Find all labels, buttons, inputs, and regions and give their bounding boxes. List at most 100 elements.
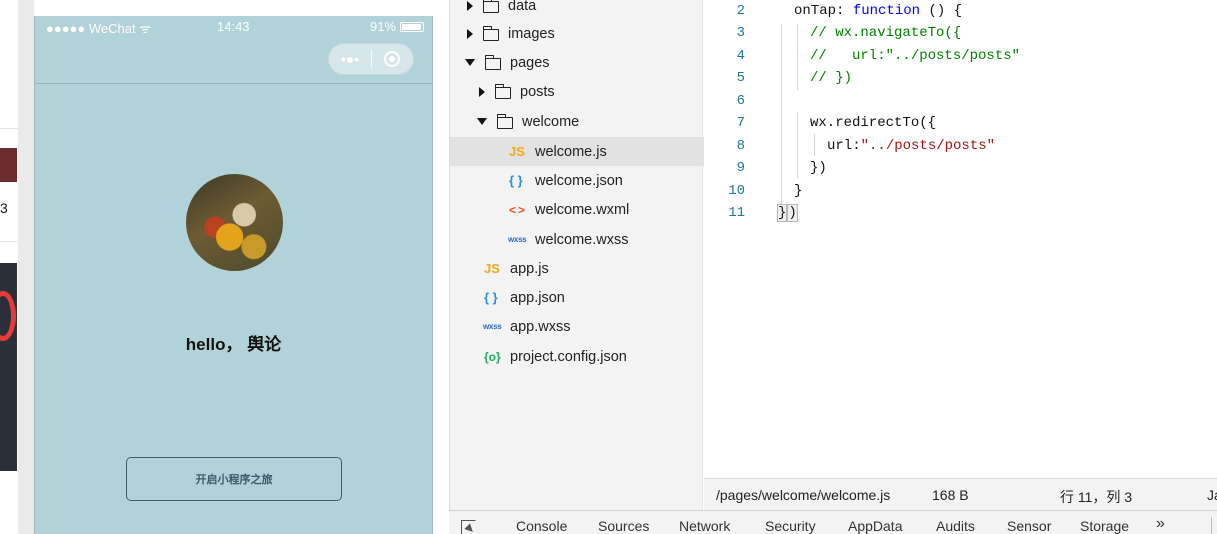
tree-item-label: app.js [510, 260, 549, 277]
tree-item-label: welcome [522, 113, 580, 130]
code-comment: // wx.navigateTo({ [810, 25, 962, 41]
chevron-right-icon [467, 0, 473, 11]
clock: 14:43 [217, 19, 250, 34]
code-token: onTap: [794, 3, 853, 19]
tab-console[interactable]: Console [516, 518, 567, 534]
language-mode[interactable]: Ja [1207, 487, 1217, 503]
chevron-right-icon [467, 28, 473, 39]
code-token: } [794, 183, 803, 199]
capsule-divider [371, 50, 372, 68]
battery-icon [400, 21, 424, 32]
code-keyword: function [852, 3, 921, 19]
file-size: 168 B [932, 487, 969, 503]
mini-program-navbar: •●• [35, 38, 432, 84]
chevron-down-icon [465, 59, 475, 66]
line-number: 5 [736, 70, 745, 86]
line-number: 11 [728, 205, 745, 221]
line-number: 8 [736, 138, 745, 154]
js-file-icon: JS [484, 261, 500, 276]
thumbnail-image [0, 148, 17, 182]
tree-folder-pages[interactable]: pages [450, 48, 704, 77]
code-editor[interactable]: 2 onTap: function () { 3 // wx.navigateT… [704, 0, 1217, 478]
code-line: 7 wx.redirectTo({ [704, 115, 1217, 137]
ide-window: 3 ●●●●● WeChat ᯤ 14:43 91% •●• hello， 舆论… [0, 0, 1217, 534]
folder-icon [482, 25, 499, 41]
matched-bracket: } [777, 204, 788, 222]
folder-icon [494, 83, 511, 99]
tree-file-app-wxss[interactable]: wxss app.wxss [450, 312, 704, 341]
code-line: 9 }) [704, 160, 1217, 182]
code-line: 4 // url:"../posts/posts" [704, 48, 1217, 70]
battery-status: 91% [370, 19, 424, 34]
chevron-down-icon [477, 118, 487, 125]
wxss-file-icon: wxss [508, 235, 527, 244]
tree-file-welcome-json[interactable]: { } welcome.json [450, 166, 704, 195]
tree-file-project-config[interactable]: {o} project.config.json [450, 342, 704, 371]
tab-sources[interactable]: Sources [598, 518, 649, 534]
code-line: 3 // wx.navigateTo({ [704, 25, 1217, 47]
json-file-icon: { } [484, 290, 498, 305]
code-comment: // url:"../posts/posts" [810, 48, 1021, 64]
matched-bracket: ) [787, 204, 798, 222]
capsule-button[interactable]: •●• [328, 43, 414, 75]
code-string: "../posts/posts" [860, 138, 996, 154]
tree-file-welcome-wxss[interactable]: wxss welcome.wxss [450, 225, 704, 254]
tree-item-label: posts [520, 83, 555, 100]
folder-open-icon [484, 54, 501, 70]
config-file-icon: {o} [484, 349, 501, 364]
thumbnail-image [0, 263, 17, 471]
code-line: 6 [704, 93, 1217, 115]
tree-item-label: pages [510, 54, 550, 71]
divider [0, 241, 18, 242]
more-menu-icon[interactable]: •●• [329, 51, 371, 67]
line-number: 2 [736, 3, 745, 19]
tab-appdata[interactable]: AppData [848, 518, 902, 534]
cursor-position[interactable]: 行 11，列 3 [1060, 487, 1132, 507]
file-explorer: data images pages posts welcome JS welco… [449, 0, 704, 510]
tree-folder-images[interactable]: images [450, 19, 704, 48]
folder-icon [482, 0, 499, 13]
line-number: 3 [736, 25, 745, 41]
code-token: () { [920, 3, 963, 19]
inspect-element-icon[interactable] [461, 520, 476, 534]
tab-network[interactable]: Network [679, 518, 730, 534]
tab-audits[interactable]: Audits [936, 518, 975, 534]
tab-storage[interactable]: Storage [1080, 518, 1129, 534]
chevron-right-icon [479, 86, 485, 97]
battery-percentage: 91% [369, 19, 396, 34]
tree-item-label: welcome.js [535, 143, 607, 160]
partial-text: 3 [0, 200, 8, 216]
close-mini-program-icon[interactable] [372, 51, 413, 67]
simulator-screen: ●●●●● WeChat ᯤ 14:43 91% •●• hello， 舆论 开… [34, 16, 433, 534]
tree-item-label: app.wxss [510, 318, 571, 335]
tab-sensor[interactable]: Sensor [1007, 518, 1051, 534]
tab-security[interactable]: Security [765, 518, 816, 534]
background-window-strip: 3 [0, 0, 18, 534]
tree-folder-data[interactable]: data [450, 0, 704, 20]
line-number: 6 [736, 93, 745, 109]
json-file-icon: { } [509, 173, 523, 188]
file-path: /pages/welcome/welcome.js [716, 487, 891, 503]
tree-item-label: app.json [510, 289, 565, 306]
wxss-file-icon: wxss [483, 322, 502, 331]
simulator-gutter [18, 0, 34, 534]
devtools-tab-bar: Console Sources Network Security AppData… [449, 510, 1217, 534]
code-token: }) [810, 160, 827, 176]
divider [1211, 517, 1212, 534]
wifi-icon: ᯤ [139, 21, 152, 36]
tree-folder-posts[interactable]: posts [450, 77, 704, 106]
line-number: 10 [728, 183, 745, 199]
tree-file-welcome-wxml[interactable]: <> welcome.wxml [450, 195, 704, 224]
code-comment: // }) [810, 70, 853, 86]
start-journey-button[interactable]: 开启小程序之旅 [126, 457, 342, 501]
tree-item-label: images [508, 25, 555, 42]
tree-item-label: welcome.wxml [535, 201, 630, 218]
line-number: 9 [736, 160, 745, 176]
more-tabs-icon[interactable]: » [1156, 515, 1165, 533]
tree-file-app-js[interactable]: JS app.js [450, 254, 704, 283]
code-line: 10 } [704, 183, 1217, 205]
tree-file-welcome-js[interactable]: JS welcome.js [450, 137, 704, 166]
tree-folder-welcome[interactable]: welcome [450, 107, 704, 136]
js-file-icon: JS [509, 144, 525, 159]
tree-file-app-json[interactable]: { } app.json [450, 283, 704, 312]
